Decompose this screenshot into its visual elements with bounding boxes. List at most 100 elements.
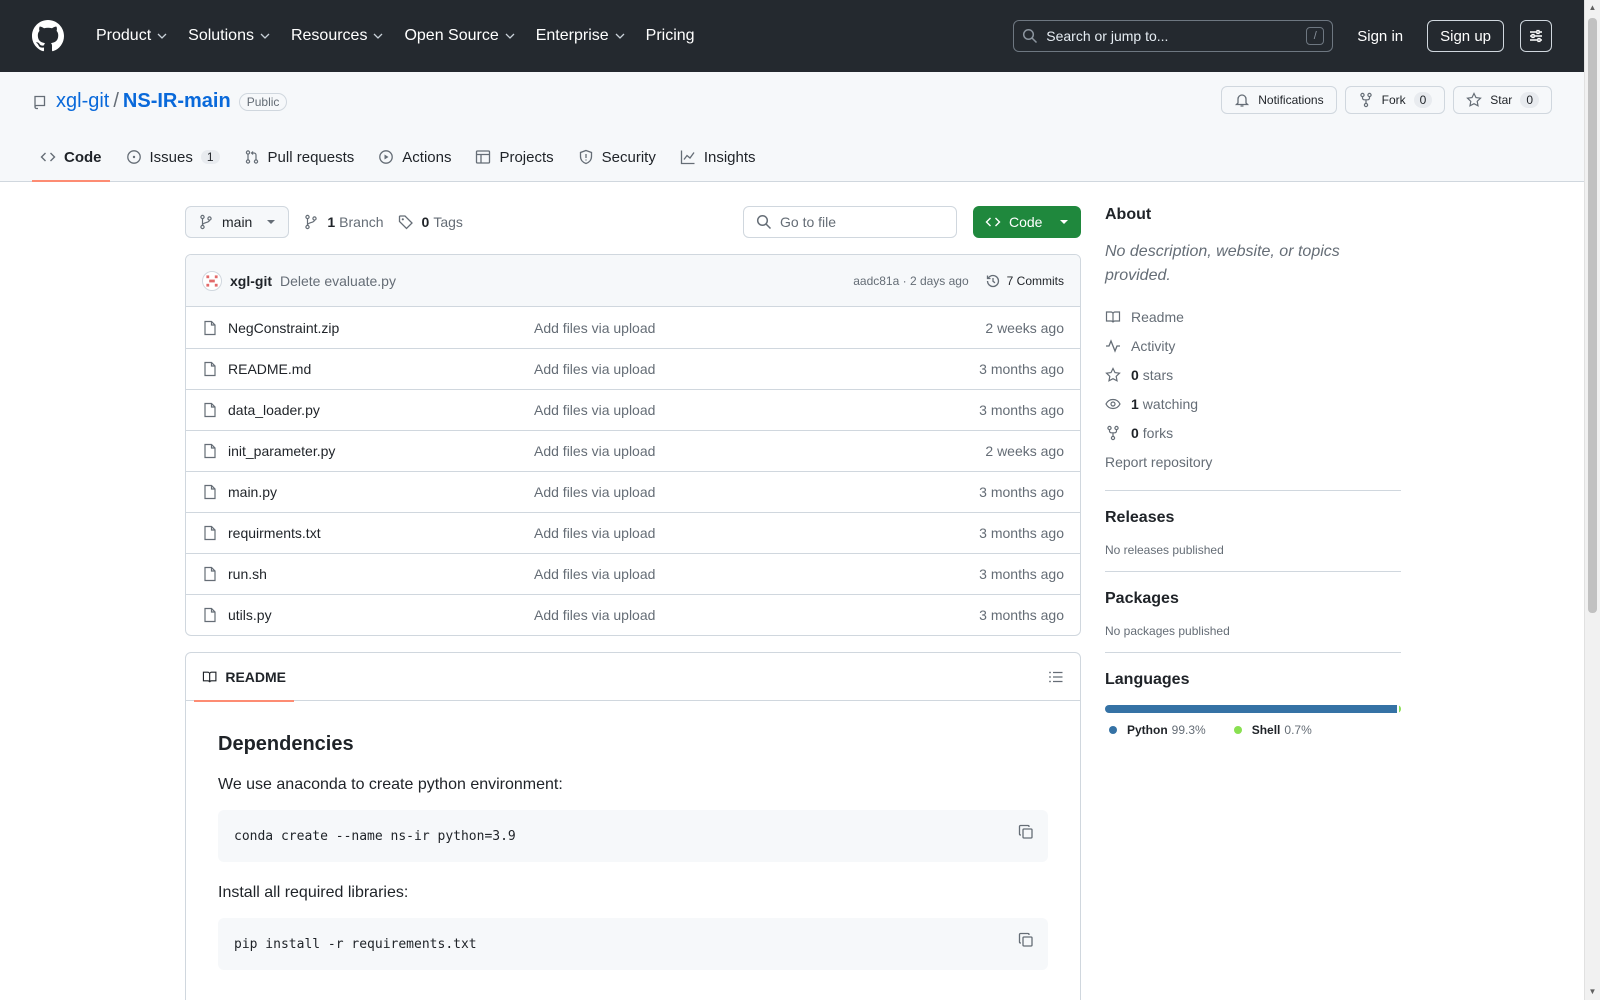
file-commit-message-link[interactable]: Add files via upload: [534, 320, 985, 336]
readme-link[interactable]: Readme: [1105, 302, 1401, 331]
language-bar-segment: [1105, 705, 1397, 713]
eye-icon: [1105, 398, 1121, 409]
avatar[interactable]: [202, 270, 222, 291]
file-commit-message-link[interactable]: Add files via upload: [534, 566, 979, 582]
file-name: data_loader.py: [228, 402, 320, 418]
repo-owner-link[interactable]: xgl-git: [56, 90, 109, 113]
tab-security[interactable]: Security: [570, 133, 664, 181]
copy-icon[interactable]: [1018, 824, 1034, 840]
nav-pricing[interactable]: Pricing: [636, 18, 705, 54]
file-name-link[interactable]: init_parameter.py: [202, 443, 534, 459]
table-row[interactable]: main.py Add files via upload 3 months ago: [186, 471, 1080, 512]
fork-button[interactable]: Fork 0: [1344, 86, 1446, 114]
file-commit-message-link[interactable]: Add files via upload: [534, 484, 979, 500]
about-description: No description, website, or topics provi…: [1105, 243, 1340, 284]
table-row[interactable]: README.md Add files via upload 3 months ag…: [186, 348, 1080, 389]
table-row[interactable]: data_loader.py Add files via upload 3 mont…: [186, 389, 1080, 430]
notifications-button[interactable]: Notifications: [1221, 86, 1337, 114]
stars-link[interactable]: 0 stars: [1105, 360, 1401, 389]
branch-icon: [200, 214, 212, 230]
file-commit-message-link[interactable]: Add files via upload: [534, 525, 979, 541]
divider: [1105, 652, 1401, 653]
sign-up-button[interactable]: Sign up: [1427, 20, 1504, 52]
releases-empty: No releases published: [1105, 543, 1224, 557]
repo-path-separator: /: [113, 90, 119, 112]
file-commit-message-link[interactable]: Add files via upload: [534, 361, 979, 377]
activity-link[interactable]: Activity: [1105, 331, 1401, 360]
scrollbar-thumb[interactable]: [1588, 18, 1597, 613]
bell-icon: [1235, 94, 1250, 107]
scroll-down-arrow-icon[interactable]: ▼: [1588, 987, 1597, 997]
shield-icon: [579, 149, 592, 165]
report-repository-link[interactable]: Report repository: [1105, 447, 1401, 476]
tab-insights[interactable]: Insights: [672, 133, 764, 181]
table-row[interactable]: init_parameter.py Add files via upload 2 w…: [186, 430, 1080, 471]
repo-tabs: Code Issues 1 Pull requests Actions Proj…: [32, 133, 772, 182]
releases-title[interactable]: Releases: [1105, 509, 1401, 527]
file-name: run.sh: [228, 566, 267, 582]
global-search-input[interactable]: Search or jump to... /: [1013, 20, 1334, 52]
nav-solutions[interactable]: Solutions: [178, 18, 281, 54]
search-placeholder: Search or jump to...: [1046, 28, 1169, 44]
copy-icon[interactable]: [1018, 932, 1034, 948]
branches-link[interactable]: 1 Branch: [303, 214, 384, 230]
settings-menu-button[interactable]: [1520, 20, 1552, 52]
nav-product[interactable]: Product: [86, 18, 178, 54]
file-name-link[interactable]: NegConstraint.zip: [202, 320, 534, 336]
file-name-link[interactable]: requirments.txt: [202, 525, 534, 541]
caret-down-icon: [267, 220, 276, 224]
file-name-link[interactable]: main.py: [202, 484, 534, 500]
branch-selector[interactable]: main: [185, 206, 290, 238]
file-name-link[interactable]: data_loader.py: [202, 402, 534, 418]
table-row[interactable]: utils.py Add files via upload 3 months ago: [186, 594, 1080, 635]
file-toolbar: main 1 Branch 0 Tags Go to file Code: [185, 206, 1081, 238]
commits-history-link[interactable]: 7 Commits: [985, 273, 1064, 289]
code-text: conda create --name ns-ir python=3.9: [234, 828, 516, 844]
commit-author-link[interactable]: xgl-git: [230, 273, 272, 289]
go-to-file-input[interactable]: Go to file: [743, 206, 957, 238]
file-commit-message-link[interactable]: Add files via upload: [534, 607, 979, 623]
file-icon: [204, 566, 216, 582]
sign-in-link[interactable]: Sign in: [1357, 28, 1403, 45]
file-name-link[interactable]: README.md: [202, 361, 534, 377]
github-logo-icon[interactable]: [32, 20, 64, 52]
code-download-button[interactable]: Code: [973, 206, 1081, 238]
readme-tab[interactable]: README: [194, 653, 294, 702]
tab-issues[interactable]: Issues 1: [118, 133, 228, 181]
nav-enterprise[interactable]: Enterprise: [526, 18, 636, 54]
file-name-link[interactable]: utils.py: [202, 607, 534, 623]
scroll-up-arrow-icon[interactable]: ▲: [1588, 3, 1597, 13]
repo-title: xgl-git / NS-IR-main Public: [32, 90, 288, 113]
table-row[interactable]: requirments.txt Add files via upload 3 mon…: [186, 512, 1080, 553]
page-scrollbar[interactable]: ▲ ▼: [1584, 0, 1600, 1000]
language-item[interactable]: Shell 0.7%: [1230, 723, 1312, 737]
commit-message-link[interactable]: Delete evaluate.py: [280, 273, 396, 289]
watching-link[interactable]: 1 watching: [1105, 389, 1401, 418]
commit-hash-and-time[interactable]: aadc81a · 2 days ago: [853, 274, 968, 288]
language-list: Python 99.3% Shell 0.7%: [1105, 723, 1401, 737]
list-outline-icon[interactable]: [1048, 669, 1064, 685]
packages-title[interactable]: Packages: [1105, 590, 1401, 608]
fork-icon: [1359, 92, 1372, 108]
tags-link[interactable]: 0 Tags: [398, 214, 463, 230]
file-commit-age: 3 months ago: [979, 402, 1064, 418]
tab-pull-requests[interactable]: Pull requests: [236, 133, 363, 181]
file-commit-message-link[interactable]: Add files via upload: [534, 402, 979, 418]
tab-actions[interactable]: Actions: [370, 133, 459, 181]
file-name: requirments.txt: [228, 525, 321, 541]
repo-name-link[interactable]: NS-IR-main: [123, 90, 231, 113]
language-item[interactable]: Python 99.3%: [1105, 723, 1206, 737]
star-button[interactable]: Star 0: [1453, 86, 1552, 114]
tab-projects[interactable]: Projects: [467, 133, 561, 181]
nav-open-source[interactable]: Open Source: [394, 18, 525, 54]
tab-code[interactable]: Code: [32, 133, 110, 182]
file-name: utils.py: [228, 607, 272, 623]
file-commit-message-link[interactable]: Add files via upload: [534, 443, 985, 459]
forks-link[interactable]: 0 forks: [1105, 418, 1401, 447]
nav-resources[interactable]: Resources: [281, 18, 394, 54]
table-row[interactable]: NegConstraint.zip Add files via upload 2 w…: [186, 307, 1080, 348]
table-row[interactable]: run.sh Add files via upload 3 months ago: [186, 553, 1080, 594]
chevron-down-icon: [373, 33, 383, 39]
file-name-link[interactable]: run.sh: [202, 566, 534, 582]
chevron-down-icon: [157, 33, 167, 39]
